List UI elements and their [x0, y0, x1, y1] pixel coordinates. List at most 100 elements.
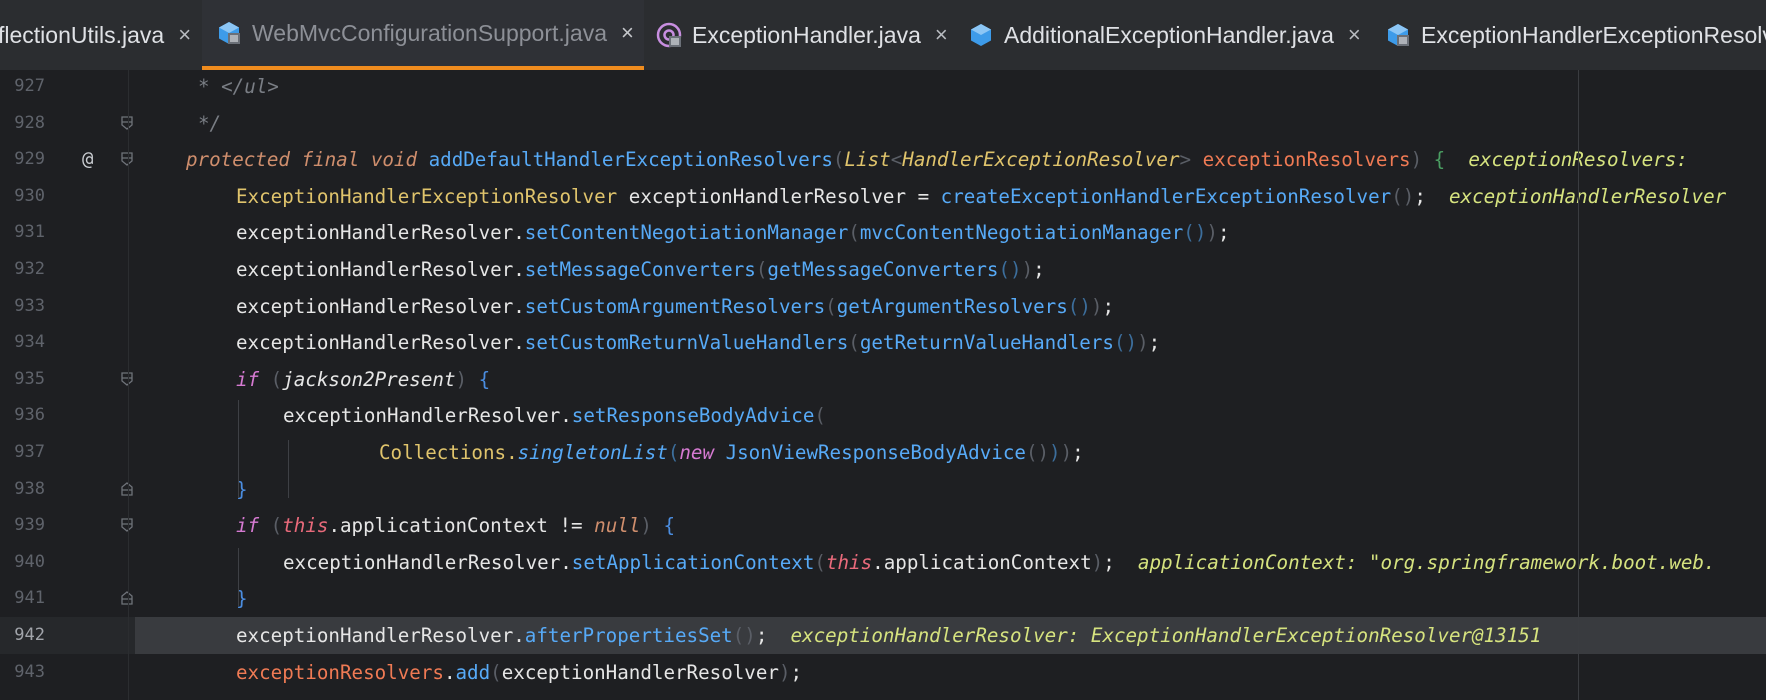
code-token: getMessageConverters [767, 258, 999, 281]
tab-label: ExceptionHandler.java [692, 21, 921, 48]
line-number[interactable]: 928 [0, 105, 45, 142]
code-token: final [289, 148, 360, 172]
code-token: ( [814, 550, 826, 574]
inline-debug-value: exceptionHandlerResolver [1448, 184, 1727, 208]
code-text[interactable]: exceptionHandlerResolver.setMessageConve… [236, 251, 1045, 288]
fold-start-icon[interactable] [121, 518, 133, 533]
right-margin-guide [1578, 70, 1579, 700]
tab-webmvcconfigurationsupport[interactable]: WebMvcConfigurationSupport.java × [202, 0, 644, 70]
code-line[interactable]: 943 exceptionResolvers.add(exceptionHandl… [0, 654, 1766, 691]
code-token: Collections. [379, 441, 518, 464]
code-text[interactable]: * </ul> [198, 70, 279, 105]
code-token: ) [1410, 148, 1423, 172]
code-token: JsonViewResponseBodyAdvice [714, 441, 1026, 464]
close-icon[interactable]: × [178, 22, 191, 48]
line-number[interactable]: 932 [0, 251, 45, 288]
code-text[interactable]: exceptionHandlerResolver.setResponseBody… [283, 397, 826, 434]
tab-label: AdditionalExceptionHandler.java [1004, 21, 1334, 48]
line-number[interactable]: 931 [0, 214, 45, 251]
tab-label: ExceptionHandlerExceptionResolve [1421, 21, 1766, 48]
code-line-current[interactable]: 942 exceptionHandlerResolver.afterPropert… [0, 617, 1766, 654]
indent-guide [288, 440, 289, 498]
close-icon[interactable]: × [935, 22, 948, 48]
code-line[interactable]: 933 exceptionHandlerResolver.setCustomArg… [0, 288, 1766, 325]
code-token: ) [640, 514, 652, 538]
code-token: () [732, 624, 756, 647]
tab-label: flectionUtils.java [0, 21, 165, 48]
code-text[interactable]: exceptionHandlerResolver.setCustomArgume… [236, 288, 1114, 325]
code-token: exceptionResolvers [1202, 148, 1411, 172]
code-line[interactable]: 932 exceptionHandlerResolver.setMessageCo… [0, 251, 1766, 288]
line-number[interactable]: 934 [0, 324, 45, 361]
line-number[interactable]: 940 [0, 544, 45, 581]
code-token: exceptionHandlerResolver. [283, 404, 572, 428]
code-text[interactable]: Collections.singletonList(new JsonViewRe… [379, 434, 1084, 471]
line-number[interactable]: 939 [0, 507, 45, 544]
code-line[interactable]: 939 if (this.applicationContext != null) … [0, 507, 1766, 544]
code-line[interactable]: 930 ExceptionHandlerExceptionResolver exc… [0, 178, 1766, 215]
code-token: getReturnValueHandlers [859, 331, 1114, 355]
code-line[interactable]: 935 if (jackson2Present) { [0, 361, 1766, 398]
code-token: ) [1091, 550, 1104, 574]
tab-exceptionhandler[interactable]: ExceptionHandler.java × [654, 0, 954, 70]
code-text[interactable]: protected final void addDefaultHandlerEx… [186, 141, 1699, 178]
code-text[interactable]: exceptionHandlerResolver.afterProperties… [236, 617, 1541, 654]
code-token: > [1179, 148, 1203, 172]
code-line[interactable]: 940 exceptionHandlerResolver.setApplicati… [0, 544, 1766, 581]
line-number[interactable]: 938 [0, 471, 45, 508]
fold-start-icon[interactable] [121, 115, 133, 130]
code-token: exceptionHandlerResolver. [236, 258, 525, 281]
code-line[interactable]: 929 @ protected final void addDefaultHandl… [0, 141, 1766, 178]
tab-exceptionhandlerexceptionresolver[interactable]: ExceptionHandlerExceptionResolve [1385, 0, 1766, 70]
code-text[interactable]: exceptionHandlerResolver.setContentNegot… [236, 214, 1230, 251]
code-editor[interactable]: 927 * </ul> 928 */ 929 @ protected final void … [0, 70, 1766, 700]
code-text[interactable]: exceptionHandlerResolver.setApplicationC… [283, 544, 1715, 581]
code-text[interactable]: if (jackson2Present) { [236, 361, 490, 398]
line-number[interactable]: 929 [0, 141, 45, 178]
code-line[interactable]: 934 exceptionHandlerResolver.setCustomRet… [0, 324, 1766, 361]
line-number[interactable]: 943 [0, 654, 45, 691]
code-token: ( [259, 367, 283, 391]
code-line[interactable]: 931 exceptionHandlerResolver.setContentNe… [0, 214, 1766, 251]
line-number[interactable]: 942 [0, 617, 45, 654]
code-token: createExceptionHandlerExceptionResolver [940, 184, 1392, 208]
code-text[interactable]: exceptionResolvers.add(exceptionHandlerR… [236, 654, 802, 691]
code-line[interactable]: 928 */ [0, 105, 1766, 142]
line-number[interactable]: 930 [0, 178, 45, 215]
code-line[interactable]: 927 * </ul> [0, 70, 1766, 105]
code-token: ( [848, 221, 860, 245]
code-token: this [282, 514, 329, 538]
code-token: < [890, 148, 903, 172]
code-line[interactable]: 938} [0, 471, 1766, 508]
fold-start-icon[interactable] [121, 372, 133, 386]
code-text[interactable]: if (this.applicationContext != null) { [236, 507, 675, 544]
fold-end-icon[interactable] [121, 481, 133, 496]
close-icon[interactable]: × [1348, 22, 1361, 48]
tab-additionalexceptionhandler[interactable]: AdditionalExceptionHandler.java × [966, 0, 1366, 70]
tab-reflectionutils[interactable]: flectionUtils.java × [0, 0, 198, 70]
override-marker-icon[interactable]: @ [82, 141, 93, 178]
line-number[interactable]: 935 [0, 361, 45, 398]
line-number[interactable]: 937 [0, 434, 45, 471]
code-token: ( [490, 660, 502, 684]
code-token: setContentNegotiationManager [524, 221, 849, 245]
line-number[interactable]: 927 [0, 70, 45, 105]
code-line[interactable]: 941} [0, 580, 1766, 617]
code-token: ) [1049, 441, 1061, 464]
code-token: ; [755, 624, 791, 647]
code-line[interactable]: 937 Collections.singletonList(new JsonVie… [0, 434, 1766, 471]
code-text[interactable]: */ [198, 105, 221, 142]
code-token: addDefaultHandlerExceptionResolvers [417, 148, 833, 172]
fold-end-icon[interactable] [121, 591, 133, 606]
line-number[interactable]: 933 [0, 288, 45, 325]
code-token: HandlerExceptionResolver [902, 148, 1180, 172]
code-line[interactable]: 936 exceptionHandlerResolver.setResponseB… [0, 397, 1766, 434]
close-icon[interactable]: × [621, 20, 634, 46]
code-token: ( [259, 514, 283, 538]
code-text[interactable]: exceptionHandlerResolver.setCustomReturn… [236, 324, 1160, 361]
code-text[interactable]: ExceptionHandlerExceptionResolver except… [236, 178, 1726, 215]
code-token: getArgumentResolvers [836, 294, 1068, 318]
line-number[interactable]: 941 [0, 580, 45, 617]
fold-start-icon[interactable] [121, 152, 133, 167]
line-number[interactable]: 936 [0, 397, 45, 434]
